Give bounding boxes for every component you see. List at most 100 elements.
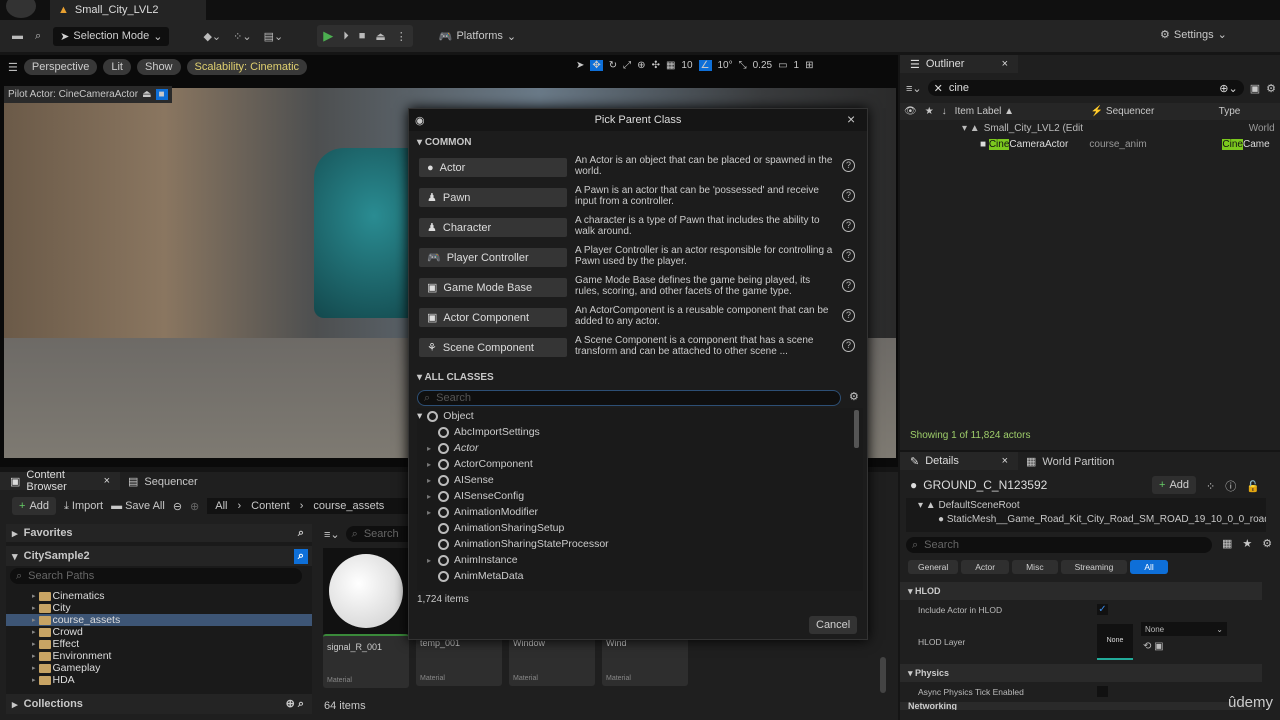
folder-item[interactable]: ▸ course_assets bbox=[6, 614, 312, 626]
tab-sequencer[interactable]: ▤ Sequencer bbox=[128, 475, 198, 489]
hlod-layer-dropdown[interactable]: None ⌄ bbox=[1141, 622, 1227, 636]
reset-icon[interactable]: ⟲ ▣ bbox=[1143, 641, 1164, 652]
folder-item[interactable]: ▸ City bbox=[6, 602, 312, 614]
col-sequencer[interactable]: ⚡ Sequencer bbox=[1085, 106, 1215, 117]
filter-icon[interactable]: ≡⌄ bbox=[324, 528, 340, 541]
folder-item[interactable]: ▸ Cinematics bbox=[6, 590, 312, 602]
tree-item[interactable]: ▸ ActorComponent bbox=[417, 456, 863, 472]
close-icon[interactable]: × bbox=[1002, 455, 1008, 467]
help-icon[interactable]: ? bbox=[842, 159, 855, 172]
move-tool-icon[interactable]: ✥ bbox=[590, 60, 603, 71]
lock-icon[interactable]: 🔓 bbox=[1246, 480, 1260, 493]
eject-pilot-icon[interactable]: ⏏ bbox=[142, 89, 151, 100]
forward-icon[interactable]: ⊕ bbox=[190, 500, 199, 513]
folder-item[interactable]: ▸ Gameplay bbox=[6, 662, 312, 674]
col-item-label[interactable]: Item Label ▲ bbox=[955, 106, 1085, 117]
asset-thumbnail[interactable] bbox=[323, 548, 409, 634]
class-button[interactable]: 🎮 Player Controller bbox=[419, 248, 567, 267]
search-paths-input[interactable]: ⌕ Search Paths bbox=[10, 568, 302, 584]
section-hlod[interactable]: ▾ HLOD bbox=[900, 582, 1262, 600]
platforms-menu[interactable]: 🎮 Platforms ⌄ bbox=[439, 30, 516, 43]
stop-icon[interactable]: ■ bbox=[359, 30, 366, 42]
perspective-button[interactable]: Perspective bbox=[23, 59, 98, 75]
class-button[interactable]: ⚘ Scene Component bbox=[419, 338, 567, 357]
scrollbar[interactable] bbox=[854, 410, 859, 448]
add-filter-icon[interactable]: ⊕⌄ bbox=[1219, 82, 1237, 95]
select-tool-icon[interactable]: ➤ bbox=[576, 60, 584, 71]
async-physics-checkbox[interactable] bbox=[1097, 686, 1108, 697]
lit-button[interactable]: Lit bbox=[103, 59, 131, 75]
help-icon[interactable]: ? bbox=[842, 279, 855, 292]
blueprint-icon[interactable]: ⁘ bbox=[1206, 480, 1215, 493]
class-button[interactable]: ▣ Actor Component bbox=[419, 308, 567, 327]
visibility-icon[interactable]: 👁 bbox=[904, 106, 917, 117]
tab-outliner[interactable]: ☰ Outliner × bbox=[900, 55, 1018, 73]
menu-icon[interactable]: ☰ bbox=[8, 61, 18, 74]
help-icon[interactable]: ? bbox=[842, 189, 855, 202]
scale-snap-icon[interactable]: ⤡ bbox=[739, 60, 747, 71]
tree-item[interactable]: ▸ AnimInstance bbox=[417, 552, 863, 568]
class-button[interactable]: ♟ Pawn bbox=[419, 188, 567, 207]
cancel-button[interactable]: Cancel bbox=[809, 616, 858, 634]
settings-menu[interactable]: ⚙ Settings ⌄ bbox=[1160, 28, 1227, 42]
play-icon[interactable]: ▶ bbox=[323, 28, 333, 44]
outliner-search-input[interactable]: ✕ cine ⊕⌄ bbox=[927, 80, 1244, 96]
scalability-button[interactable]: Scalability: Cinematic bbox=[186, 59, 308, 75]
filter-icon[interactable]: ≡⌄ bbox=[906, 82, 922, 95]
pin-icon[interactable]: ↓ bbox=[942, 106, 947, 117]
save-all-button[interactable]: ▬ Save All bbox=[111, 500, 165, 512]
outliner-row[interactable]: ▾ ▲ Small_City_LVL2 (Edit World bbox=[962, 123, 1275, 134]
browse-icon[interactable]: ⌕ bbox=[35, 30, 41, 43]
blueprint-icon[interactable]: ⁘⌄ bbox=[233, 30, 251, 43]
class-button[interactable]: ▣ Game Mode Base bbox=[419, 278, 567, 297]
component-mesh[interactable]: ● StaticMesh__Game_Road_Kit_City_Road_SM… bbox=[906, 513, 1266, 526]
gear-icon[interactable]: ⚙ bbox=[849, 390, 859, 403]
folder-item[interactable]: ▸ Crowd bbox=[6, 626, 312, 638]
component-root[interactable]: ▾ ▲ DefaultSceneRoot bbox=[906, 498, 1266, 513]
help-icon[interactable]: ? bbox=[842, 249, 855, 262]
world-local-icon[interactable]: ⊕ bbox=[637, 60, 645, 71]
tree-item[interactable]: AnimationSharingStateProcessor bbox=[417, 536, 863, 552]
class-search-input[interactable]: ⌕ Search bbox=[417, 390, 841, 406]
grid-snap-icon[interactable]: ▦ bbox=[666, 60, 675, 71]
camera-icon[interactable]: ■ bbox=[155, 89, 168, 100]
more-icon[interactable]: ⋮ bbox=[396, 30, 407, 43]
collections-section[interactable]: ▸ Collections ⊕ ⌕ bbox=[6, 694, 312, 714]
layout-icon[interactable]: ⊞ bbox=[805, 60, 813, 71]
section-physics[interactable]: ▾ Physics bbox=[900, 664, 1262, 682]
folder-item[interactable]: ▸ Effect bbox=[6, 638, 312, 650]
tree-item[interactable]: ▸ AISenseConfig bbox=[417, 488, 863, 504]
gear-icon[interactable]: ⚙ bbox=[1262, 537, 1272, 550]
import-button[interactable]: ⤓ Import bbox=[64, 500, 103, 513]
asset-tile[interactable]: Window Material bbox=[509, 632, 595, 686]
tree-item[interactable]: AnimMetaData bbox=[417, 568, 863, 584]
help-icon[interactable]: ? bbox=[842, 339, 855, 352]
filter-general[interactable]: General bbox=[908, 560, 959, 574]
selection-mode-dropdown[interactable]: ➤ Selection Mode ⌄ bbox=[53, 26, 170, 46]
surface-snap-icon[interactable]: ✣ bbox=[652, 60, 660, 71]
folder-item[interactable]: ▸ HDA bbox=[6, 674, 312, 686]
scale-tool-icon[interactable]: ⤢ bbox=[623, 60, 631, 71]
cinematics-icon[interactable]: ▤⌄ bbox=[264, 30, 284, 43]
close-icon[interactable]: × bbox=[1002, 58, 1008, 70]
tree-item[interactable]: AnimationSharingSetup bbox=[417, 520, 863, 536]
close-icon[interactable]: × bbox=[847, 111, 855, 127]
include-hlod-checkbox[interactable]: ✓ bbox=[1097, 604, 1108, 615]
eject-icon[interactable]: ⏏ bbox=[375, 30, 385, 43]
show-button[interactable]: Show bbox=[136, 59, 181, 75]
tab-details[interactable]: ✎ Details × bbox=[900, 452, 1018, 470]
new-folder-icon[interactable]: ▣ bbox=[1250, 82, 1260, 95]
filter-all[interactable]: All bbox=[1130, 560, 1168, 574]
asset-tile[interactable]: signal_R_001 Material bbox=[323, 634, 409, 688]
save-icon[interactable]: ▬ bbox=[12, 30, 23, 42]
rotate-tool-icon[interactable]: ↻ bbox=[609, 60, 617, 71]
all-classes-header[interactable]: ▾ ALL CLASSES bbox=[417, 372, 494, 383]
clear-icon[interactable]: ✕ bbox=[934, 82, 943, 95]
tree-item[interactable]: ▸ Actor bbox=[417, 440, 863, 456]
gear-icon[interactable]: ⚙ bbox=[1266, 82, 1276, 95]
back-icon[interactable]: ⊖ bbox=[173, 500, 182, 513]
camera-speed-icon[interactable]: ▭ bbox=[778, 60, 787, 71]
favorites-section[interactable]: ▸ Favorites ⌕ bbox=[6, 524, 312, 542]
class-button[interactable]: ● Actor bbox=[419, 158, 567, 177]
help-icon[interactable]: ⓘ bbox=[1225, 478, 1236, 494]
